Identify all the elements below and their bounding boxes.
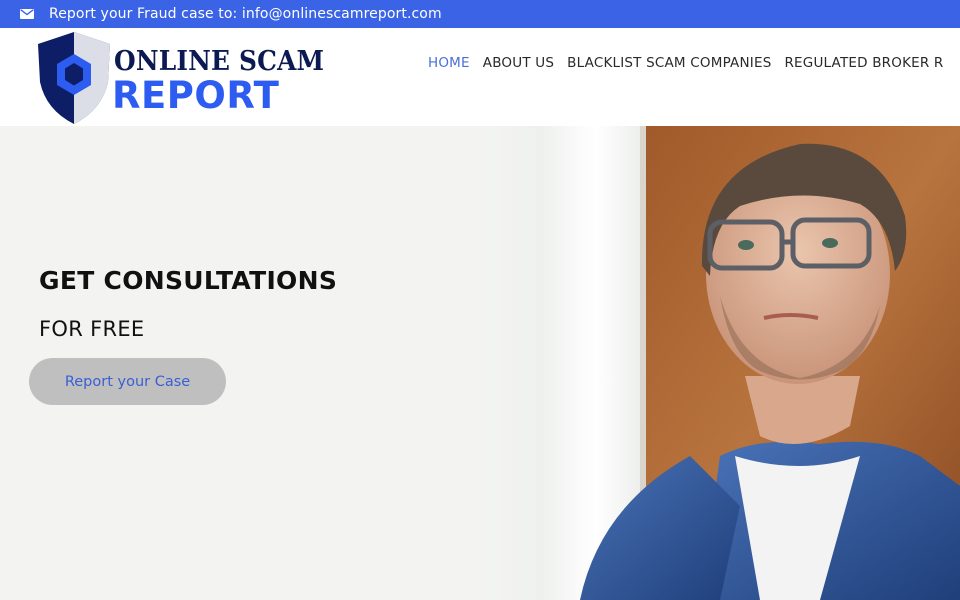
top-contact-bar: Report your Fraud case to: info@onlinesc… bbox=[0, 0, 960, 28]
contact-text[interactable]: Report your Fraud case to: info@onlinesc… bbox=[49, 6, 442, 22]
envelope-icon bbox=[20, 9, 34, 19]
hero-section: GET CONSULTATIONS FOR FREE Report your C… bbox=[0, 126, 960, 600]
logo-line-1: ONLINE SCAM bbox=[114, 46, 325, 77]
main-nav: HOME ABOUT US BLACKLIST SCAM COMPANIES R… bbox=[428, 55, 957, 71]
nav-home[interactable]: HOME bbox=[428, 55, 470, 71]
logo-line-2: REPORT bbox=[112, 74, 280, 117]
nav-blacklist[interactable]: BLACKLIST SCAM COMPANIES bbox=[567, 55, 771, 71]
nav-regulated-brokers[interactable]: REGULATED BROKER R bbox=[784, 55, 943, 71]
hero-subtitle: FOR FREE bbox=[39, 317, 145, 341]
hero-title: GET CONSULTATIONS bbox=[39, 266, 338, 295]
report-case-button[interactable]: Report your Case bbox=[29, 358, 226, 405]
site-logo[interactable]: ONLINE SCAM REPORT bbox=[36, 30, 346, 126]
site-header: ONLINE SCAM REPORT HOME ABOUT US BLACKLI… bbox=[0, 28, 960, 126]
nav-about-us[interactable]: ABOUT US bbox=[483, 55, 554, 71]
shield-logo-icon bbox=[38, 32, 110, 124]
